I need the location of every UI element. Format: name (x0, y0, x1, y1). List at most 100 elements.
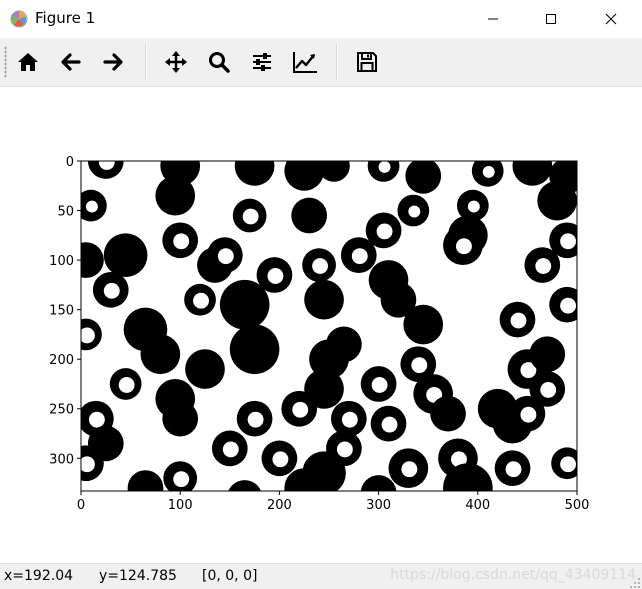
y-tick-label: 300 (49, 452, 74, 467)
maximize-button[interactable] (528, 0, 574, 38)
cell-blob (537, 180, 577, 221)
cell-blob (430, 395, 466, 432)
y-tick-label: 150 (49, 304, 74, 319)
edit-axis-button[interactable] (288, 45, 322, 79)
cell-hole (222, 441, 239, 458)
chart-line-icon (293, 52, 317, 73)
back-button[interactable] (54, 45, 88, 79)
maximize-icon (546, 14, 556, 24)
status-bar: x=192.04 y=124.785 [0, 0, 0] https://blo… (0, 563, 642, 589)
pixel-value-readout: [0, 0, 0] (202, 568, 258, 584)
cell-hole (217, 248, 234, 265)
cell-blob (529, 336, 566, 373)
cell-blob (304, 279, 344, 320)
configure-subplots-button[interactable] (245, 45, 279, 79)
cell-blob (162, 400, 199, 437)
resize-grip-icon[interactable] (629, 577, 641, 589)
cell-hole (411, 357, 428, 374)
floppy-disk-icon (357, 52, 377, 72)
cell-hole (455, 238, 472, 255)
toolbar-separator (145, 44, 147, 80)
minimize-button[interactable] (470, 0, 516, 38)
cell-hole (292, 401, 309, 418)
cell-blob (403, 304, 444, 345)
cell-hole (118, 377, 135, 393)
zoom-button[interactable] (202, 45, 236, 79)
cell-hole (103, 282, 120, 299)
cell-hole (247, 411, 264, 428)
arrow-left-icon (61, 53, 81, 71)
navigation-toolbar (0, 38, 642, 87)
cell-blob (155, 175, 196, 216)
cell-blob (185, 349, 225, 389)
sliders-icon (253, 53, 271, 71)
forward-button[interactable] (96, 45, 130, 79)
cell-hole (267, 268, 284, 284)
cell-hole (408, 205, 421, 218)
cell-hole (376, 223, 393, 240)
cell-hole (336, 441, 353, 458)
y-tick-label: 100 (49, 254, 74, 269)
cell-blob (103, 233, 148, 277)
cell-blob (229, 324, 280, 375)
cell-hole (381, 416, 398, 433)
cell-hole (505, 461, 522, 478)
close-icon (605, 13, 617, 25)
toolbar-separator (336, 44, 338, 80)
cell-hole (351, 248, 368, 265)
cell-hole (401, 461, 418, 478)
cell-hole (312, 258, 329, 274)
watermark-text: https://blog.csdn.net/qq_43409114 (390, 567, 636, 583)
cell-hole (98, 161, 115, 170)
cell-hole (242, 208, 259, 225)
figure-canvas[interactable]: 0 100 200 300 400 500 0 50 100 150 200 250 300 (0, 87, 642, 563)
figure-window: Figure 1 0 100 200 300 400 500 0 50 100 … (0, 0, 642, 589)
cell-hole (173, 233, 190, 250)
cell-hole (371, 377, 388, 393)
y-tick-label: 0 (66, 155, 74, 170)
cell-hole (535, 258, 552, 274)
x-tick-label: 300 (366, 498, 391, 513)
cell-hole (520, 406, 537, 423)
cell-blob (219, 279, 270, 330)
cell-hole (540, 382, 557, 398)
matplotlib-logo-icon (10, 10, 28, 28)
axes-figure[interactable]: 0 100 200 300 400 500 0 50 100 150 200 250 300 (0, 87, 642, 563)
cell-blob (127, 470, 164, 491)
cell-hole (272, 451, 289, 468)
cell-hole (560, 456, 577, 473)
cell-hole (88, 411, 105, 428)
toolbar-grip[interactable] (4, 46, 7, 78)
cell-blob (284, 161, 325, 191)
cell-hole (560, 297, 577, 314)
home-button[interactable] (11, 45, 45, 79)
x-tick-label: 500 (565, 498, 590, 513)
x-tick-label: 100 (168, 498, 193, 513)
cell-blob (512, 161, 553, 186)
cell-hole (193, 292, 209, 309)
x-coordinate-readout: x=192.04 (4, 568, 74, 584)
pan-button[interactable] (159, 45, 193, 79)
cell-blob (405, 161, 442, 194)
x-axis: 0 100 200 300 400 500 (77, 491, 590, 513)
y-coordinate-readout: y=124.785 (99, 568, 177, 584)
minimize-icon (488, 18, 498, 20)
x-tick-label: 400 (465, 498, 490, 513)
cell-blob (228, 480, 262, 491)
cell-hole (378, 161, 391, 173)
close-button[interactable] (588, 0, 634, 38)
cell-hole (510, 312, 527, 329)
y-tick-label: 50 (57, 205, 74, 220)
cell-blob (140, 334, 181, 375)
window-title: Figure 1 (35, 9, 96, 27)
cell-hole (173, 471, 190, 488)
save-button[interactable] (350, 45, 384, 79)
x-tick-label: 0 (77, 498, 85, 513)
cell-hole (341, 411, 358, 428)
cell-hole (560, 233, 577, 250)
cell-blob (234, 161, 275, 186)
move-icon (165, 51, 187, 73)
y-tick-label: 250 (49, 403, 74, 418)
y-axis: 0 50 100 150 200 250 300 (49, 155, 81, 467)
home-icon (18, 53, 38, 71)
